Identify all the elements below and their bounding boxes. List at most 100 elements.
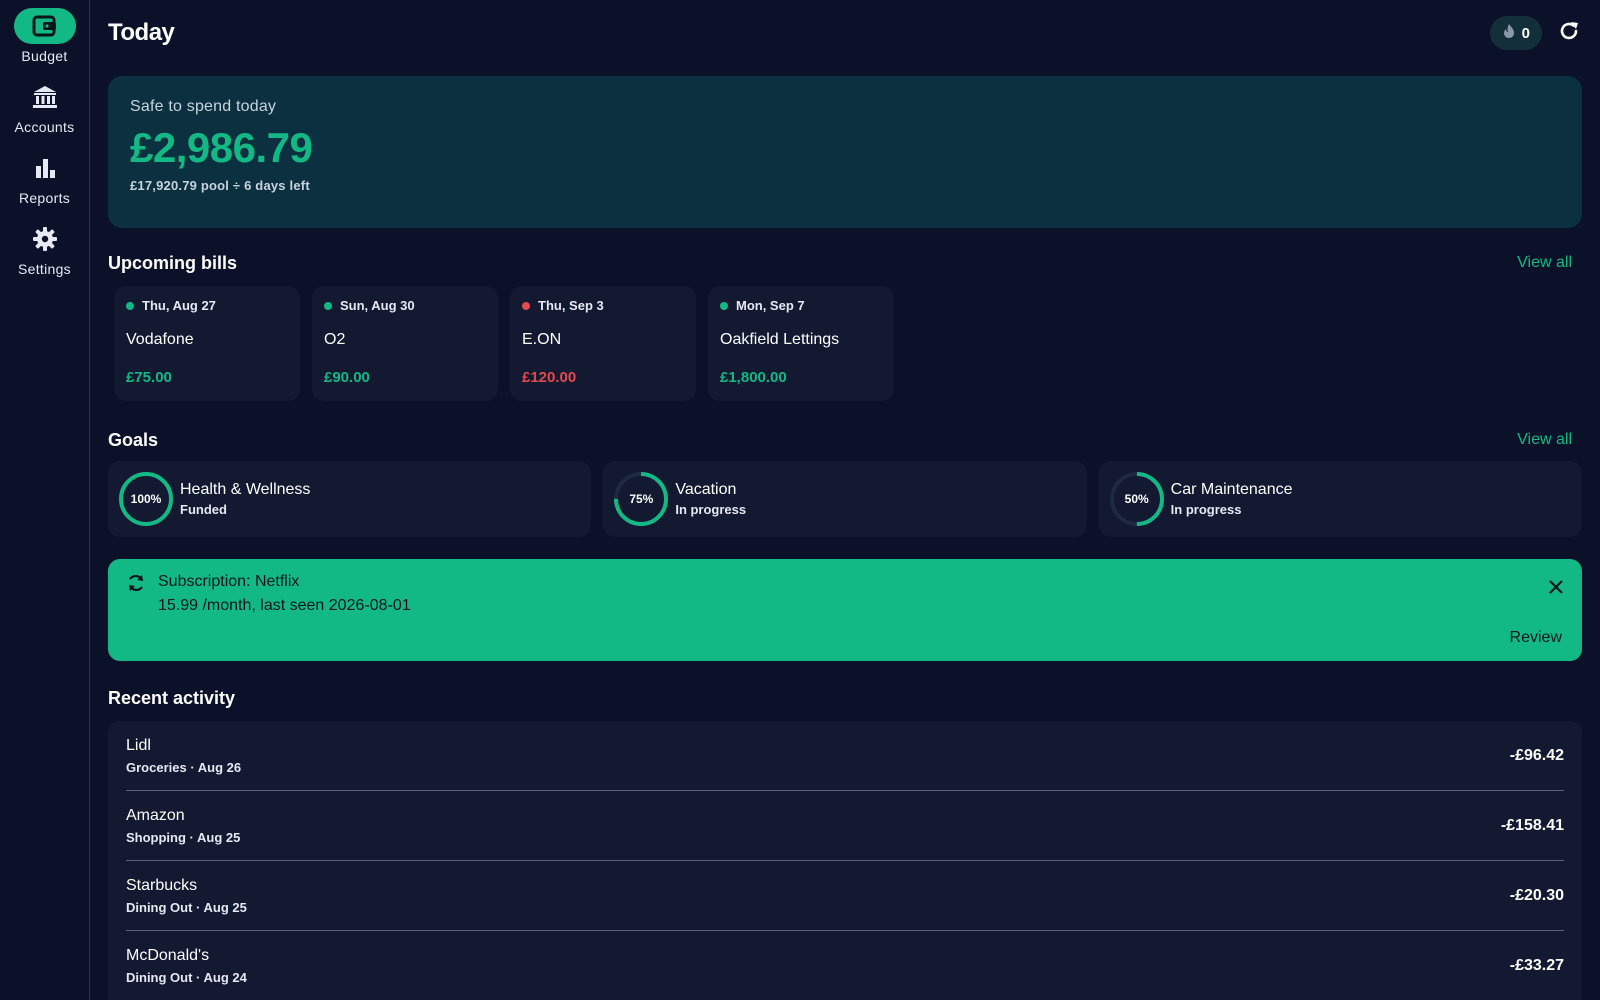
activity-merchant: Lidl [126, 736, 151, 754]
bill-card[interactable]: Sun, Aug 30 O2 £90.00 [312, 286, 498, 401]
goal-text: Vacation In progress [675, 481, 746, 517]
goals-header: Goals View all [108, 429, 1582, 451]
subscription-banner: Subscription: Netflix 15.99 /month, last… [108, 559, 1582, 661]
activity-info: Lidl Groceries · Aug 26 [126, 737, 241, 775]
bill-amount: £75.00 [126, 369, 172, 386]
bar-chart-icon [14, 150, 76, 186]
sidebar-item-label: Accounts [14, 119, 75, 135]
streak-chip[interactable]: 0 [1489, 16, 1542, 50]
bills-list: Thu, Aug 27 Vodafone £75.00 Sun, Aug 30 … [108, 286, 1582, 401]
wallet-icon [13, 8, 76, 44]
goals-view-all-link[interactable]: View all [1517, 431, 1582, 449]
goal-status: In progress [675, 502, 747, 517]
bill-name: E.ON [522, 331, 562, 348]
bill-name: O2 [324, 331, 346, 348]
refresh-button[interactable] [1556, 20, 1582, 46]
bill-card[interactable]: Thu, Aug 27 Vodafone £75.00 [114, 286, 300, 401]
activity-amount: -£96.42 [1509, 746, 1564, 764]
bill-date-row: Mon, Sep 7 [720, 298, 882, 313]
refresh-icon [1558, 20, 1580, 47]
goal-percent: 100% [130, 492, 162, 506]
activity-amount: -£20.30 [1509, 886, 1564, 904]
safe-to-spend-amount: £2,986.79 [130, 124, 313, 171]
gear-icon [14, 221, 76, 257]
close-button[interactable] [1546, 579, 1566, 599]
sidebar-item-accounts[interactable]: Accounts [0, 79, 90, 150]
list-item[interactable]: Amazon Shopping · Aug 25 -£158.41 [126, 791, 1564, 861]
streak-count: 0 [1521, 24, 1530, 42]
bills-title: Upcoming bills [108, 252, 238, 273]
bill-status-dot [522, 301, 530, 310]
sidebar-item-label: Settings [18, 261, 71, 277]
goal-card[interactable]: 100% Health & Wellness Funded [108, 461, 592, 537]
bill-card[interactable]: Thu, Sep 3 E.ON £120.00 [510, 286, 696, 401]
bills-view-all-link[interactable]: View all [1517, 254, 1582, 272]
safe-to-spend-label: Safe to spend today [130, 98, 277, 115]
flame-icon [1502, 23, 1516, 43]
review-button[interactable]: Review [1510, 629, 1562, 647]
page-title: Today [108, 19, 175, 46]
recent-title: Recent activity [108, 687, 236, 708]
activity-info: Starbucks Dining Out · Aug 25 [126, 877, 247, 915]
bill-name: Oakfield Lettings [720, 331, 840, 348]
sidebar: Budget Accounts Reports Settings [0, 0, 90, 1000]
sidebar-item-settings[interactable]: Settings [0, 221, 90, 292]
bill-amount: £1,800.00 [720, 369, 787, 386]
activity-info: McDonald's Dining Out · Aug 24 [126, 947, 247, 985]
goal-name: Health & Wellness [180, 481, 311, 498]
sidebar-item-budget[interactable]: Budget [0, 8, 90, 79]
sidebar-item-label: Budget [21, 48, 68, 64]
activity-merchant: Starbucks [126, 876, 198, 894]
goal-percent: 50% [1124, 492, 1149, 506]
subscription-text: Subscription: Netflix 15.99 /month, last… [158, 573, 411, 615]
bill-status-dot [720, 301, 728, 310]
bill-date-row: Sun, Aug 30 [324, 298, 486, 313]
activity-meta: Dining Out · Aug 24 [126, 969, 247, 985]
goal-status: Funded [180, 502, 227, 517]
bill-date-row: Thu, Aug 27 [126, 298, 288, 313]
activity-merchant: McDonald's [126, 946, 210, 964]
goal-progress-ring: 75% [613, 471, 669, 527]
recent-header: Recent activity [108, 687, 1582, 709]
bill-card[interactable]: Mon, Sep 7 Oakfield Lettings £1,800.00 [708, 286, 894, 401]
goals-list: 100% Health & Wellness Funded 75% Vacati… [108, 461, 1582, 537]
bills-header: Upcoming bills View all [108, 252, 1582, 274]
bill-date: Sun, Aug 30 [340, 298, 415, 313]
bill-date-row: Thu, Sep 3 [522, 298, 684, 313]
top-bar: Today 0 [108, 0, 1582, 66]
activity-list: Lidl Groceries · Aug 26 -£96.42 Amazon S… [108, 721, 1582, 1000]
goal-text: Car Maintenance In progress [1171, 481, 1293, 517]
main-content: Today 0 Safe to spend today £2,986.79 £1… [90, 0, 1600, 1000]
bill-status-dot [126, 301, 134, 310]
subscription-title: Subscription: Netflix [158, 573, 300, 590]
bill-date: Mon, Sep 7 [736, 298, 805, 313]
activity-merchant: Amazon [126, 806, 185, 824]
activity-meta: Dining Out · Aug 25 [126, 899, 247, 915]
subscription-detail: 15.99 /month, last seen 2026-08-01 [158, 597, 411, 614]
safe-to-spend-card: Safe to spend today £2,986.79 £17,920.79… [108, 76, 1582, 228]
top-actions: 0 [1489, 16, 1582, 50]
goal-card[interactable]: 50% Car Maintenance In progress [1098, 461, 1582, 537]
bill-amount: £90.00 [324, 369, 370, 386]
goal-name: Vacation [675, 481, 737, 498]
list-item[interactable]: McDonald's Dining Out · Aug 24 -£33.27 [126, 931, 1564, 1000]
bill-name: Vodafone [126, 331, 194, 348]
bill-date: Thu, Aug 27 [142, 298, 216, 313]
list-item[interactable]: Starbucks Dining Out · Aug 25 -£20.30 [126, 861, 1564, 931]
goal-card[interactable]: 75% Vacation In progress [603, 461, 1087, 537]
activity-amount: -£33.27 [1509, 956, 1564, 974]
activity-info: Amazon Shopping · Aug 25 [126, 807, 240, 845]
goal-progress-ring: 50% [1109, 471, 1165, 527]
safe-to-spend-detail: £17,920.79 pool ÷ 6 days left [130, 178, 310, 193]
subscription-row: Subscription: Netflix 15.99 /month, last… [126, 573, 1564, 615]
activity-amount: -£158.41 [1500, 816, 1564, 834]
list-item[interactable]: Lidl Groceries · Aug 26 -£96.42 [126, 721, 1564, 791]
activity-meta: Shopping · Aug 25 [126, 829, 241, 845]
bank-icon [14, 79, 76, 115]
bill-status-dot [324, 301, 332, 310]
goal-status: In progress [1170, 502, 1242, 517]
bill-date: Thu, Sep 3 [538, 298, 604, 313]
sidebar-item-label: Reports [18, 190, 71, 206]
goal-text: Health & Wellness Funded [180, 481, 310, 517]
sidebar-item-reports[interactable]: Reports [0, 150, 90, 221]
